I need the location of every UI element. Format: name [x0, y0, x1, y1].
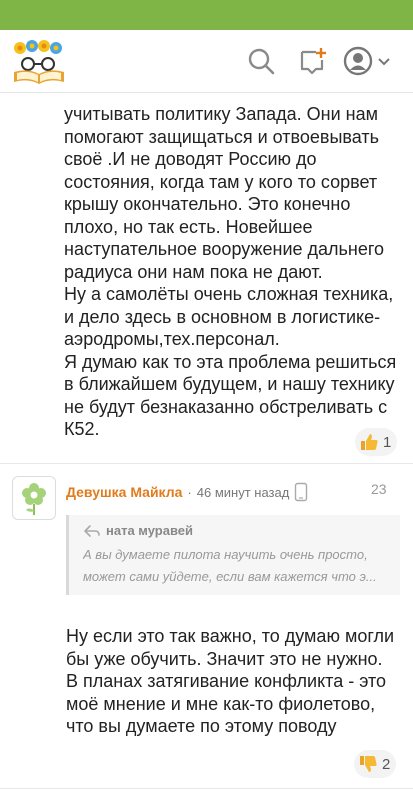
comment-time: 46 минут назад	[196, 484, 290, 500]
reply-arrow-icon	[84, 524, 100, 537]
comment-meta: Девушка Майкла · 46 минут назад	[66, 482, 308, 502]
thumbs-up-icon	[361, 434, 378, 450]
profile-icon[interactable]	[343, 46, 373, 76]
comment-2-text: Ну если это так важно, то думаю могли бы…	[66, 625, 398, 738]
comment-divider	[0, 788, 413, 789]
quote-header: ната муравей	[83, 523, 390, 538]
dislike-button[interactable]: 2	[354, 750, 397, 778]
flower-avatar-icon	[22, 483, 46, 515]
dislike-count: 2	[382, 755, 391, 773]
mobile-phone-icon	[295, 482, 308, 502]
comment-1-text: учитывать политику Запада. Они нам помог…	[64, 103, 404, 441]
quote-text: А вы думаете пилота научить очень просто…	[83, 547, 377, 584]
comment-paragraph: Ну если это так важно, то думаю могли бы…	[66, 626, 395, 736]
chevron-down-icon[interactable]	[375, 46, 393, 76]
thumbs-down-icon	[360, 756, 377, 772]
quoted-comment[interactable]: ната муравей А вы думаете пилота научить…	[66, 515, 400, 595]
top-status-bar	[0, 0, 413, 30]
avatar[interactable]	[12, 476, 56, 520]
comment-paragraph: учитывать политику Запада. Они нам помог…	[64, 104, 385, 282]
like-count: 1	[383, 433, 392, 451]
like-button[interactable]: 1	[355, 428, 398, 456]
comment-paragraph: Ну а самолёты очень сложная техника, и д…	[64, 284, 394, 349]
comment-number: 23	[371, 481, 387, 497]
meta-separator: ·	[187, 484, 192, 500]
flower-book-logo-icon[interactable]	[10, 38, 68, 86]
search-icon[interactable]	[246, 46, 276, 76]
comment-author[interactable]: Девушка Майкла	[66, 484, 182, 500]
add-post-icon[interactable]	[297, 46, 327, 76]
quote-author: ната муравей	[106, 523, 194, 538]
comment-divider	[0, 463, 413, 464]
comment-paragraph: Я думаю как то эта проблема решиться в б…	[64, 351, 397, 440]
